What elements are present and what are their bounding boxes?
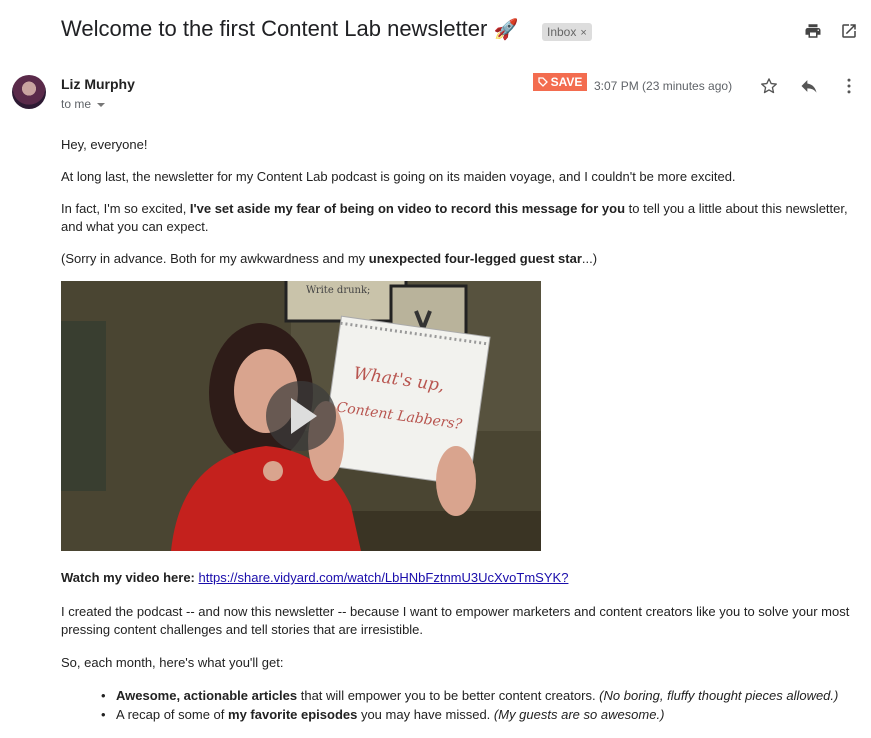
p3-text-a: (Sorry in advance. Both for my awkwardne… [61,251,369,266]
chevron-down-icon[interactable] [97,102,106,107]
subject-row: Welcome to the first Content Lab newslet… [61,14,861,48]
bullet-2-text-c: you may have missed. [357,707,494,722]
watch-label: Watch my video here: [61,570,195,585]
email-subject-text: Welcome to the first Content Lab newslet… [61,16,488,41]
benefits-list: Awesome, actionable articles that will e… [101,686,839,724]
rocket-emoji: 🚀 [493,19,519,41]
p3-bold: unexpected four-legged guest star [368,251,582,266]
poster-text: Write drunk; [306,285,370,296]
video-thumbnail[interactable]: Write drunk; What's up, Content Labbers? [61,281,541,551]
body-paragraph-3: (Sorry in advance. Both for my awkwardne… [61,250,856,268]
star-icon[interactable] [759,76,779,96]
p2-text-a: In fact, I'm so excited, [61,201,190,216]
more-vertical-icon[interactable] [839,76,859,96]
message-body: Hey, everyone! At long last, the newslet… [61,136,856,282]
video-frame-illustration: Write drunk; What's up, Content Labbers? [61,281,541,551]
p3-text-c: ...) [581,251,598,266]
video-link-line: Watch my video here: https://share.vidya… [61,570,568,585]
print-icon[interactable] [804,22,822,40]
recipient-text: to me [61,97,92,111]
recipient-details[interactable]: to me [61,97,106,111]
sender-name[interactable]: Liz Murphy [61,76,135,92]
p2-bold: I've set aside my fear of being on video… [189,201,626,216]
body-paragraph-2: In fact, I'm so excited, I've set aside … [61,200,856,236]
list-item: A recap of some of my favorite episodes … [101,705,838,724]
greeting: Hey, everyone! [61,137,148,152]
body-paragraph-5: So, each month, here's what you'll get: [61,655,284,670]
bullet-1-text: that will empower you to be better conte… [297,688,600,703]
timestamp: 3:07 PM (23 minutes ago) [594,79,733,93]
inbox-label-text: Inbox [547,25,577,39]
video-link[interactable]: https://share.vidyard.com/watch/LbHNbFzt… [199,570,569,585]
remove-label-icon[interactable]: × [580,27,586,39]
tag-icon [537,77,548,87]
bullet-2-text-a: A recap of some of [116,707,229,722]
bullet-2-bold: my favorite episodes [228,707,358,722]
bullet-1-italic: (No boring, fluffy thought pieces allowe… [599,688,839,703]
email-subject: Welcome to the first Content Lab newslet… [61,16,518,42]
body-paragraph-4: I created the podcast -- and now this ne… [61,604,850,637]
open-in-new-window-icon[interactable] [840,22,858,40]
list-item: Awesome, actionable articles that will e… [101,686,839,705]
body-paragraph-1: At long last, the newsletter for my Cont… [61,169,736,184]
bullet-1-bold: Awesome, actionable articles [116,688,298,703]
bullet-2-italic: (My guests are so awesome.) [493,707,665,722]
save-button-label: SAVE [550,75,583,89]
save-button[interactable]: SAVE [533,73,587,91]
reply-icon[interactable] [799,76,819,96]
avatar[interactable] [12,75,46,109]
inbox-label-chip[interactable]: Inbox × [542,23,592,41]
